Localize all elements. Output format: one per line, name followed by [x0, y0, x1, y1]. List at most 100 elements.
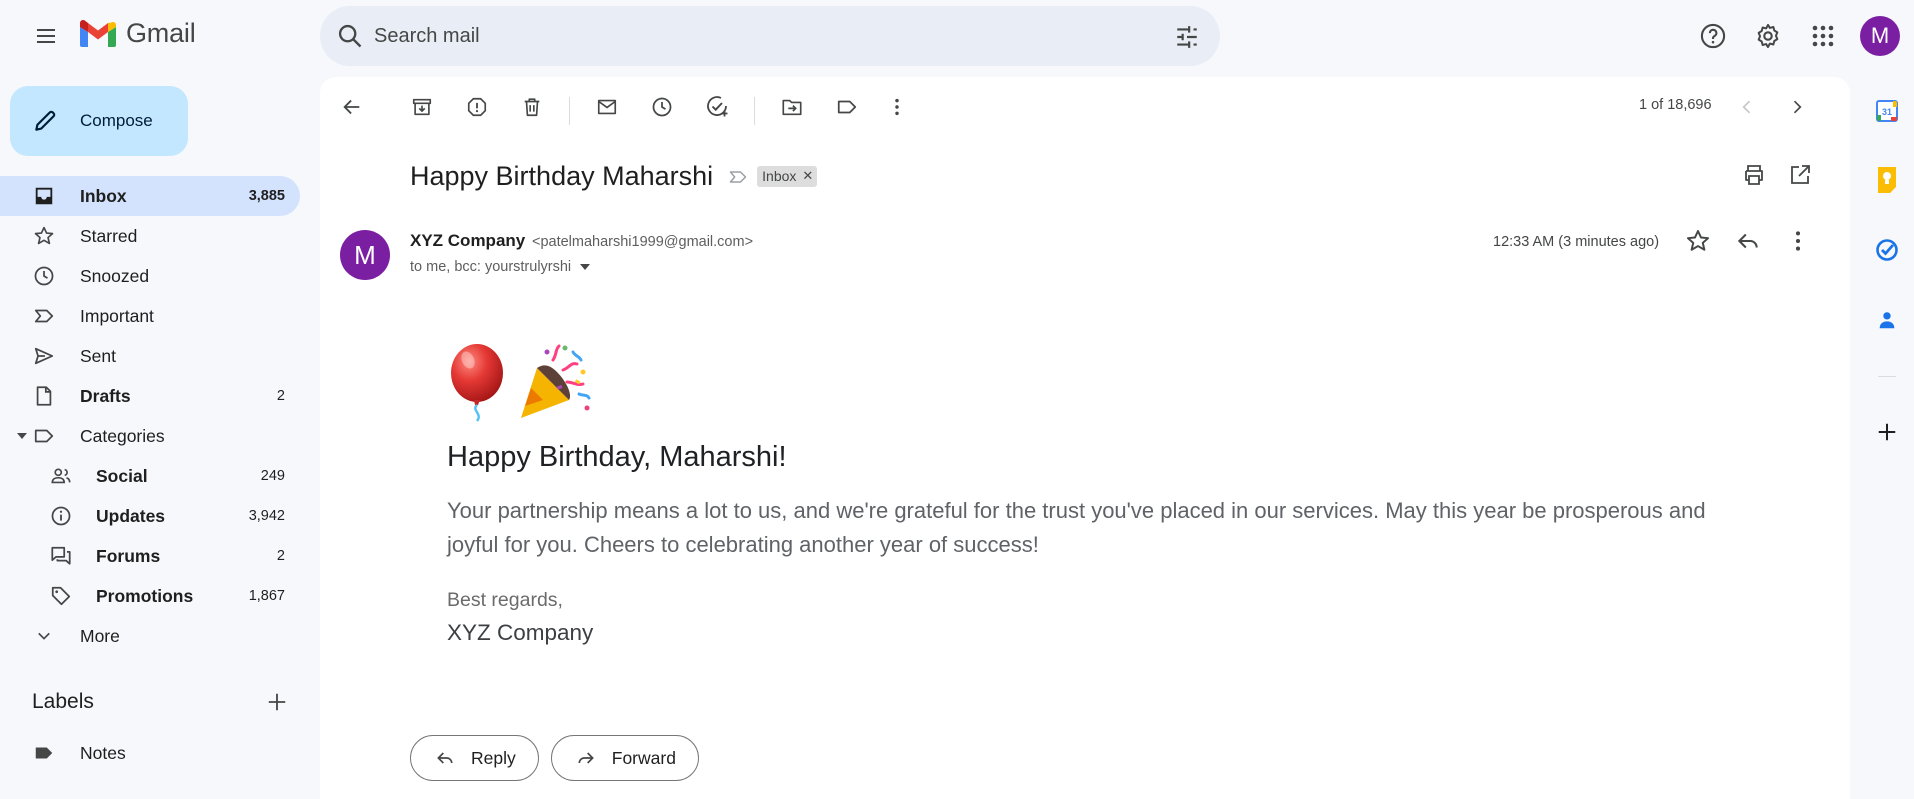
compose-label: Compose — [80, 111, 153, 130]
support-button[interactable] — [1689, 12, 1737, 60]
unread-count: 1,867 — [248, 588, 285, 604]
show-details-icon[interactable] — [579, 263, 591, 271]
newer-button[interactable] — [1727, 87, 1767, 127]
archive-button[interactable] — [402, 87, 442, 127]
label-item-notes[interactable]: Notes — [0, 733, 300, 773]
keep-icon — [1878, 167, 1896, 193]
star-icon[interactable] — [1685, 228, 1711, 254]
sidebar-item-updates[interactable]: Updates 3,942 — [0, 496, 300, 536]
reply-label: Reply — [471, 747, 516, 768]
sidebar-item-label: Categories — [80, 425, 165, 446]
search-input[interactable] — [374, 18, 1134, 54]
important-icon — [33, 305, 55, 327]
sidebar-item-promotions[interactable]: Promotions 1,867 — [0, 576, 300, 616]
account-avatar[interactable]: M — [1860, 16, 1900, 56]
get-addons-button[interactable] — [1862, 412, 1912, 452]
report-spam-button[interactable] — [457, 87, 497, 127]
caret-down-icon[interactable] — [16, 432, 28, 440]
draft-icon — [33, 385, 55, 407]
add-to-tasks-button[interactable] — [697, 87, 737, 127]
move-to-button[interactable] — [772, 87, 812, 127]
sender-avatar[interactable]: M — [340, 230, 390, 280]
search-bar[interactable] — [320, 6, 1220, 66]
back-button[interactable] — [332, 87, 372, 127]
tasks-button[interactable] — [1862, 230, 1912, 270]
sidebar-item-social[interactable]: Social 249 — [0, 456, 300, 496]
inbox-icon — [33, 185, 55, 207]
sidebar-item-label: Sent — [80, 345, 116, 366]
older-button[interactable] — [1777, 87, 1817, 127]
search-options-icon[interactable] — [1174, 24, 1200, 50]
sidebar-item-more[interactable]: More — [0, 616, 300, 656]
important-marker-icon[interactable] — [727, 167, 749, 187]
sidebar-item-label: Drafts — [80, 385, 131, 406]
reply-icon[interactable] — [1735, 228, 1761, 254]
arrow-back-icon — [343, 99, 360, 115]
settings-button[interactable] — [1744, 12, 1792, 60]
snooze-button[interactable] — [642, 87, 682, 127]
sidebar-item-sent[interactable]: Sent — [0, 336, 300, 376]
tasks-icon — [1876, 239, 1898, 261]
calendar-icon: 31 — [1876, 100, 1898, 122]
reply-button[interactable]: Reply — [410, 735, 539, 781]
add-task-icon — [707, 96, 728, 117]
compose-button[interactable]: Compose — [10, 86, 188, 156]
contacts-button[interactable] — [1862, 300, 1912, 340]
inbox-label-chip: Inbox ✕ — [757, 166, 818, 187]
more-vert-icon — [895, 98, 899, 116]
sidebar-item-label: Forums — [96, 545, 161, 566]
main-menu-button[interactable] — [26, 16, 66, 56]
search-icon[interactable] — [336, 22, 364, 50]
sidebar-item-categories[interactable]: Categories — [0, 416, 300, 456]
sidebar-item-forums[interactable]: Forums 2 — [0, 536, 300, 576]
move-folder-icon — [782, 99, 802, 116]
sidebar-item-label: Updates — [96, 505, 166, 526]
tag-icon — [50, 585, 72, 607]
gmail-wordmark: Gmail — [126, 18, 196, 48]
sidebar-item-starred[interactable]: Starred — [0, 216, 300, 256]
labels-button[interactable] — [827, 87, 867, 127]
sidebar-item-snoozed[interactable]: Snoozed — [0, 256, 300, 296]
more-options-button[interactable] — [877, 87, 917, 127]
apps-button[interactable] — [1799, 12, 1847, 60]
sidebar-item-label: Inbox — [80, 185, 127, 206]
sidebar-item-inbox[interactable]: Inbox 3,885 — [0, 176, 300, 216]
sender-name[interactable]: XYZ Company — [410, 231, 525, 250]
remove-label-button[interactable]: ✕ — [802, 168, 813, 184]
reply-icon — [437, 752, 453, 764]
forward-label: Forward — [611, 747, 676, 768]
sidebar-item-drafts[interactable]: Drafts 2 — [0, 376, 300, 416]
delete-button[interactable] — [512, 87, 552, 127]
help-icon — [1700, 23, 1726, 49]
pencil-icon — [35, 110, 56, 131]
sidebar-item-label: Starred — [80, 225, 138, 246]
keep-button[interactable] — [1862, 160, 1912, 200]
sidebar-item-label: Snoozed — [80, 265, 150, 286]
open-in-new-icon[interactable] — [1788, 163, 1812, 187]
star-icon — [33, 225, 55, 247]
chip-label: Inbox — [762, 168, 797, 184]
gear-icon — [1757, 23, 1779, 49]
calendar-date: 31 — [1882, 107, 1892, 117]
signature-text: XYZ Company — [447, 620, 594, 645]
calendar-button[interactable]: 31 — [1862, 91, 1912, 131]
toolbar-divider — [569, 97, 570, 125]
chevron-right-icon — [1793, 100, 1802, 114]
label-icon — [837, 100, 857, 114]
hamburger-icon — [37, 29, 55, 43]
chevron-down-icon — [33, 625, 55, 647]
more-vert-icon[interactable] — [1785, 228, 1811, 254]
forward-button[interactable]: Forward — [550, 735, 699, 781]
mark-unread-button[interactable] — [587, 87, 627, 127]
add-label-icon[interactable] — [266, 691, 288, 713]
closing-text: Best regards, — [447, 589, 563, 611]
page-title: Happy Birthday Maharshi — [410, 161, 714, 191]
sidebar-item-important[interactable]: Important — [0, 296, 300, 336]
account-tools: M — [1689, 12, 1914, 60]
send-icon — [33, 345, 55, 367]
gmail-logo[interactable]: Gmail — [78, 18, 196, 49]
print-icon[interactable] — [1742, 163, 1766, 187]
recipients-text: to me, bcc: yourstrulyrshi — [410, 259, 572, 275]
spam-icon — [467, 97, 487, 117]
sidebar-item-label: More — [80, 625, 120, 646]
